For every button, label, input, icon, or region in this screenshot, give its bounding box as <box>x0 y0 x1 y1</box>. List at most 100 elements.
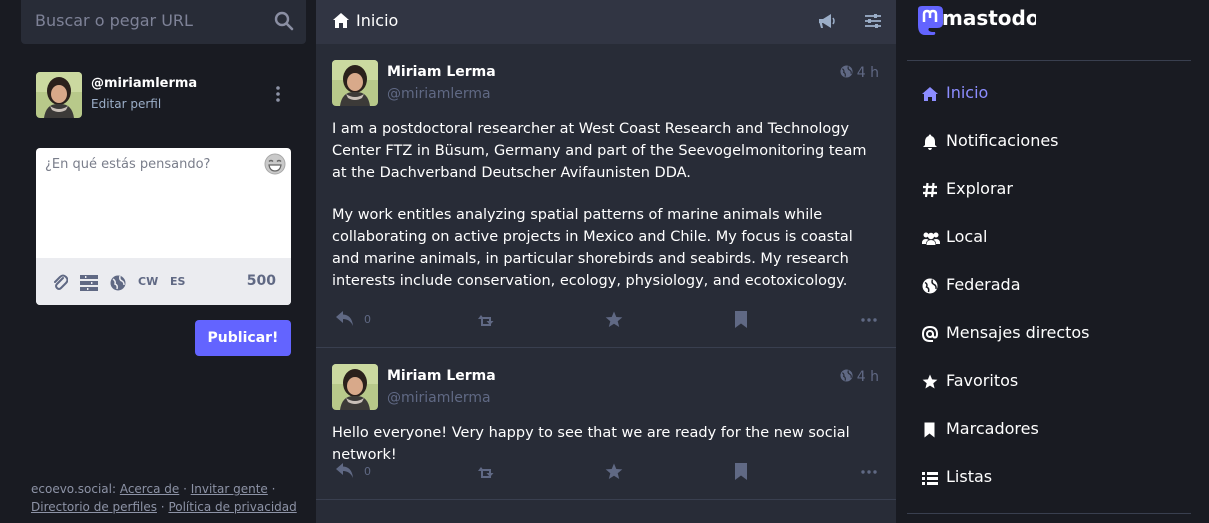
search-icon[interactable] <box>274 11 294 31</box>
nav-item-explore[interactable]: Explorar <box>922 178 1202 202</box>
status-timestamp[interactable]: 4 h <box>840 369 879 385</box>
nav-label: Notificaciones <box>946 131 1059 150</box>
status-action-bar: 0 <box>332 462 880 482</box>
status-content: I am a postdoctoral researcher at West C… <box>332 118 880 312</box>
bell-icon <box>923 134 937 150</box>
status-action-bar: 0 <box>332 310 880 330</box>
nav-item-notifications[interactable]: Notificaciones <box>922 130 1202 154</box>
status-display-name[interactable]: Miriam Lerma <box>387 64 496 80</box>
reply-button[interactable]: 0 <box>335 310 375 330</box>
star-icon <box>922 374 938 389</box>
avatar[interactable] <box>332 364 378 410</box>
reply-icon <box>336 463 353 478</box>
search-box[interactable] <box>21 0 306 44</box>
nav-label: Explorar <box>946 179 1013 198</box>
bookmark-icon[interactable] <box>734 310 748 330</box>
column-header[interactable]: Inicio <box>316 0 896 44</box>
column-settings-icon[interactable] <box>865 12 881 30</box>
footer-site: ecoevo.social <box>31 482 112 496</box>
kebab-menu-icon[interactable] <box>274 84 282 104</box>
brand-name: mastodon <box>942 6 1036 30</box>
globe-icon <box>922 278 938 294</box>
nav-item-local[interactable]: Local <box>922 226 1202 250</box>
status-handle[interactable]: @miriamlerma <box>387 86 491 102</box>
nav-item-home[interactable]: Inicio <box>922 82 1202 106</box>
home-timeline-column: Inicio Miriam Lerma @miriamlerma 4 h I a… <box>316 0 896 523</box>
compose-form: ¿En qué estás pensando? CW ES 500 <box>36 148 291 305</box>
status-paragraph: I am a postdoctoral researcher at West C… <box>332 121 867 181</box>
divider <box>907 60 1191 61</box>
status-time-text: 4 h <box>856 65 879 81</box>
avatar[interactable] <box>36 72 82 118</box>
list-icon <box>922 472 938 485</box>
status-handle[interactable]: @miriamlerma <box>387 390 491 406</box>
compose-panel: @miriamlerma Editar perfil ¿En qué estás… <box>0 0 316 523</box>
nav-item-lists[interactable]: Listas <box>922 466 1202 490</box>
status-card[interactable]: Miriam Lerma @miriamlerma 4 h Hello ever… <box>316 348 896 500</box>
bookmark-icon[interactable] <box>734 462 748 482</box>
nav-item-favourites[interactable]: Favoritos <box>922 370 1202 394</box>
status-timestamp[interactable]: 4 h <box>840 65 879 81</box>
reply-button[interactable]: 0 <box>335 462 375 482</box>
nav-label: Federada <box>946 275 1021 294</box>
nav-label: Favoritos <box>946 371 1019 390</box>
bookmark-icon <box>924 422 935 438</box>
language-button[interactable]: ES <box>170 275 185 295</box>
navigation-panel: mastodon Inicio Notificaciones Explorar … <box>896 0 1209 523</box>
nav-item-bookmarks[interactable]: Marcadores <box>922 418 1202 442</box>
mastodon-logo-icon: mastodon <box>918 6 1054 35</box>
status-display-name[interactable]: Miriam Lerma <box>387 368 496 384</box>
edit-profile-link[interactable]: Editar perfil <box>91 97 161 111</box>
content-warning-button[interactable]: CW <box>138 275 158 295</box>
character-counter: 500 <box>246 273 276 289</box>
mastodon-logo[interactable]: mastodon <box>916 5 1054 37</box>
compose-textarea[interactable]: ¿En qué estás pensando? <box>45 157 255 172</box>
avatar-image <box>332 364 378 410</box>
compose-toolbar: CW ES 500 <box>36 258 291 305</box>
nav-item-federated[interactable]: Federada <box>922 274 1202 298</box>
reply-count: 0 <box>364 465 371 478</box>
publish-button[interactable]: Publicar! <box>195 320 291 356</box>
status-paragraph: My work entitles analyzing spatial patte… <box>332 207 853 289</box>
boost-icon[interactable] <box>477 310 497 330</box>
favourite-star-icon[interactable] <box>605 310 623 330</box>
reply-count: 0 <box>364 313 371 326</box>
avatar-image <box>332 60 378 106</box>
avatar-image <box>36 72 82 118</box>
hashtag-icon <box>923 182 937 198</box>
footer-link-invite[interactable]: Invitar gente <box>191 482 268 496</box>
avatar[interactable] <box>332 60 378 106</box>
nav-item-direct-messages[interactable]: Mensajes directos <box>922 322 1202 346</box>
paperclip-icon[interactable] <box>52 272 68 292</box>
account-handle[interactable]: @miriamlerma <box>91 76 197 91</box>
at-icon <box>922 326 938 342</box>
users-icon <box>922 232 940 245</box>
search-input[interactable] <box>35 11 265 30</box>
nav-label: Local <box>946 227 988 246</box>
globe-icon <box>840 369 853 382</box>
poll-icon[interactable] <box>80 272 98 292</box>
reply-icon <box>336 311 353 326</box>
nav-label: Inicio <box>946 83 989 102</box>
nav-label: Mensajes directos <box>946 323 1090 342</box>
status-time-text: 4 h <box>856 369 879 385</box>
footer-link-directory[interactable]: Directorio de perfiles <box>31 500 157 514</box>
more-options-icon[interactable] <box>861 462 877 482</box>
current-account: @miriamlerma Editar perfil <box>36 72 296 118</box>
footer-links: ecoevo.social: Acerca de · Invitar gente… <box>31 482 297 514</box>
column-title[interactable]: Inicio <box>356 11 398 30</box>
more-options-icon[interactable] <box>861 310 877 330</box>
divider <box>907 513 1191 514</box>
emoji-picker-icon[interactable] <box>264 153 286 175</box>
footer-link-privacy[interactable]: Política de privacidad <box>168 500 296 514</box>
status-card[interactable]: Miriam Lerma @miriamlerma 4 h I am a pos… <box>316 44 896 348</box>
boost-icon[interactable] <box>477 462 497 482</box>
announcements-icon[interactable] <box>818 12 836 30</box>
footer-link-about[interactable]: Acerca de <box>120 482 179 496</box>
favourite-star-icon[interactable] <box>605 462 623 482</box>
nav-label: Marcadores <box>946 419 1039 438</box>
globe-visibility-icon[interactable] <box>110 272 126 292</box>
nav-label: Listas <box>946 467 993 486</box>
status-paragraph: Hello everyone! Very happy to see that w… <box>332 425 850 463</box>
home-icon <box>922 87 938 101</box>
